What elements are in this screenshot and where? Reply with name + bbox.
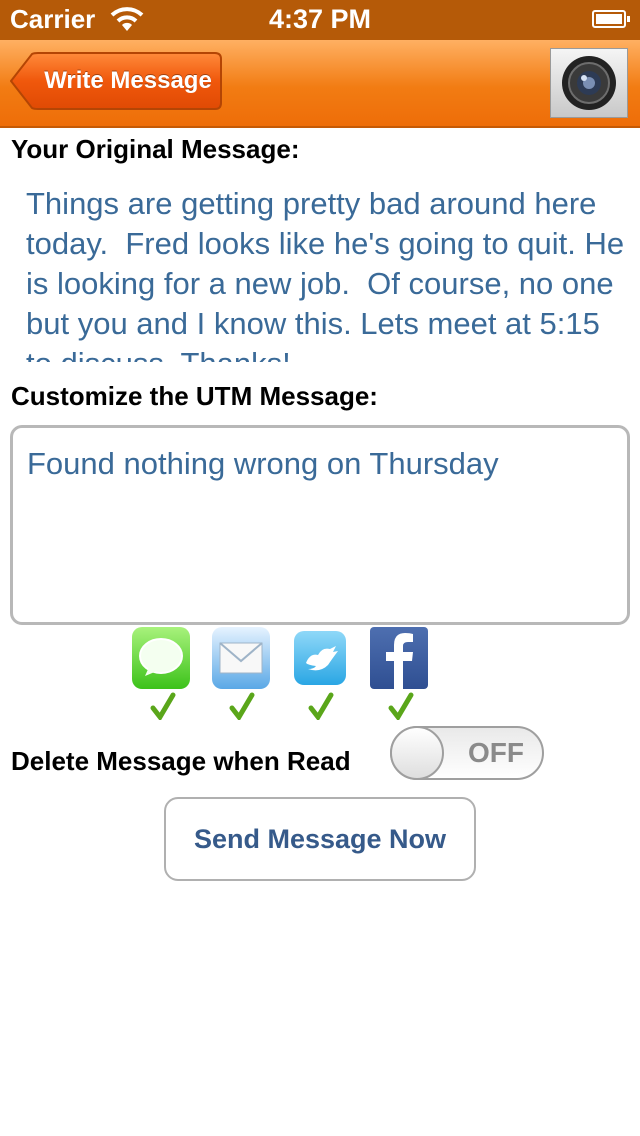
mail-check-icon <box>229 692 255 720</box>
facebook-check-icon <box>388 692 414 720</box>
messages-icon[interactable] <box>132 627 190 689</box>
utm-message-field[interactable]: Found nothing wrong on Thursday <box>10 425 630 625</box>
twitter-icon[interactable] <box>294 631 346 685</box>
customize-message-label: Customize the UTM Message: <box>11 381 378 411</box>
send-message-button[interactable]: Send Message Now <box>164 797 476 881</box>
twitter-check-icon <box>308 692 334 720</box>
messages-check-icon <box>150 692 176 720</box>
delete-message-toggle[interactable]: OFF <box>390 726 544 780</box>
nav-bar: Write Message <box>0 40 640 128</box>
facebook-icon[interactable] <box>370 627 428 689</box>
mail-icon[interactable] <box>212 627 270 689</box>
battery-icon <box>592 10 630 28</box>
camera-button[interactable] <box>550 48 628 118</box>
camera-icon <box>562 56 616 110</box>
toggle-knob <box>390 726 444 780</box>
delete-message-label: Delete Message when Read <box>11 746 351 776</box>
status-bar: Carrier 4:37 PM <box>0 0 640 40</box>
back-button[interactable]: Write Message <box>10 52 222 110</box>
toggle-state-label: OFF <box>468 737 524 768</box>
utm-message-value: Found nothing wrong on Thursday <box>27 446 499 481</box>
original-message-text[interactable]: Things are getting pretty bad around her… <box>26 184 626 362</box>
status-time: 4:37 PM <box>268 4 372 34</box>
original-message-label: Your Original Message: <box>11 134 300 164</box>
back-button-label: Write Message <box>44 67 212 94</box>
